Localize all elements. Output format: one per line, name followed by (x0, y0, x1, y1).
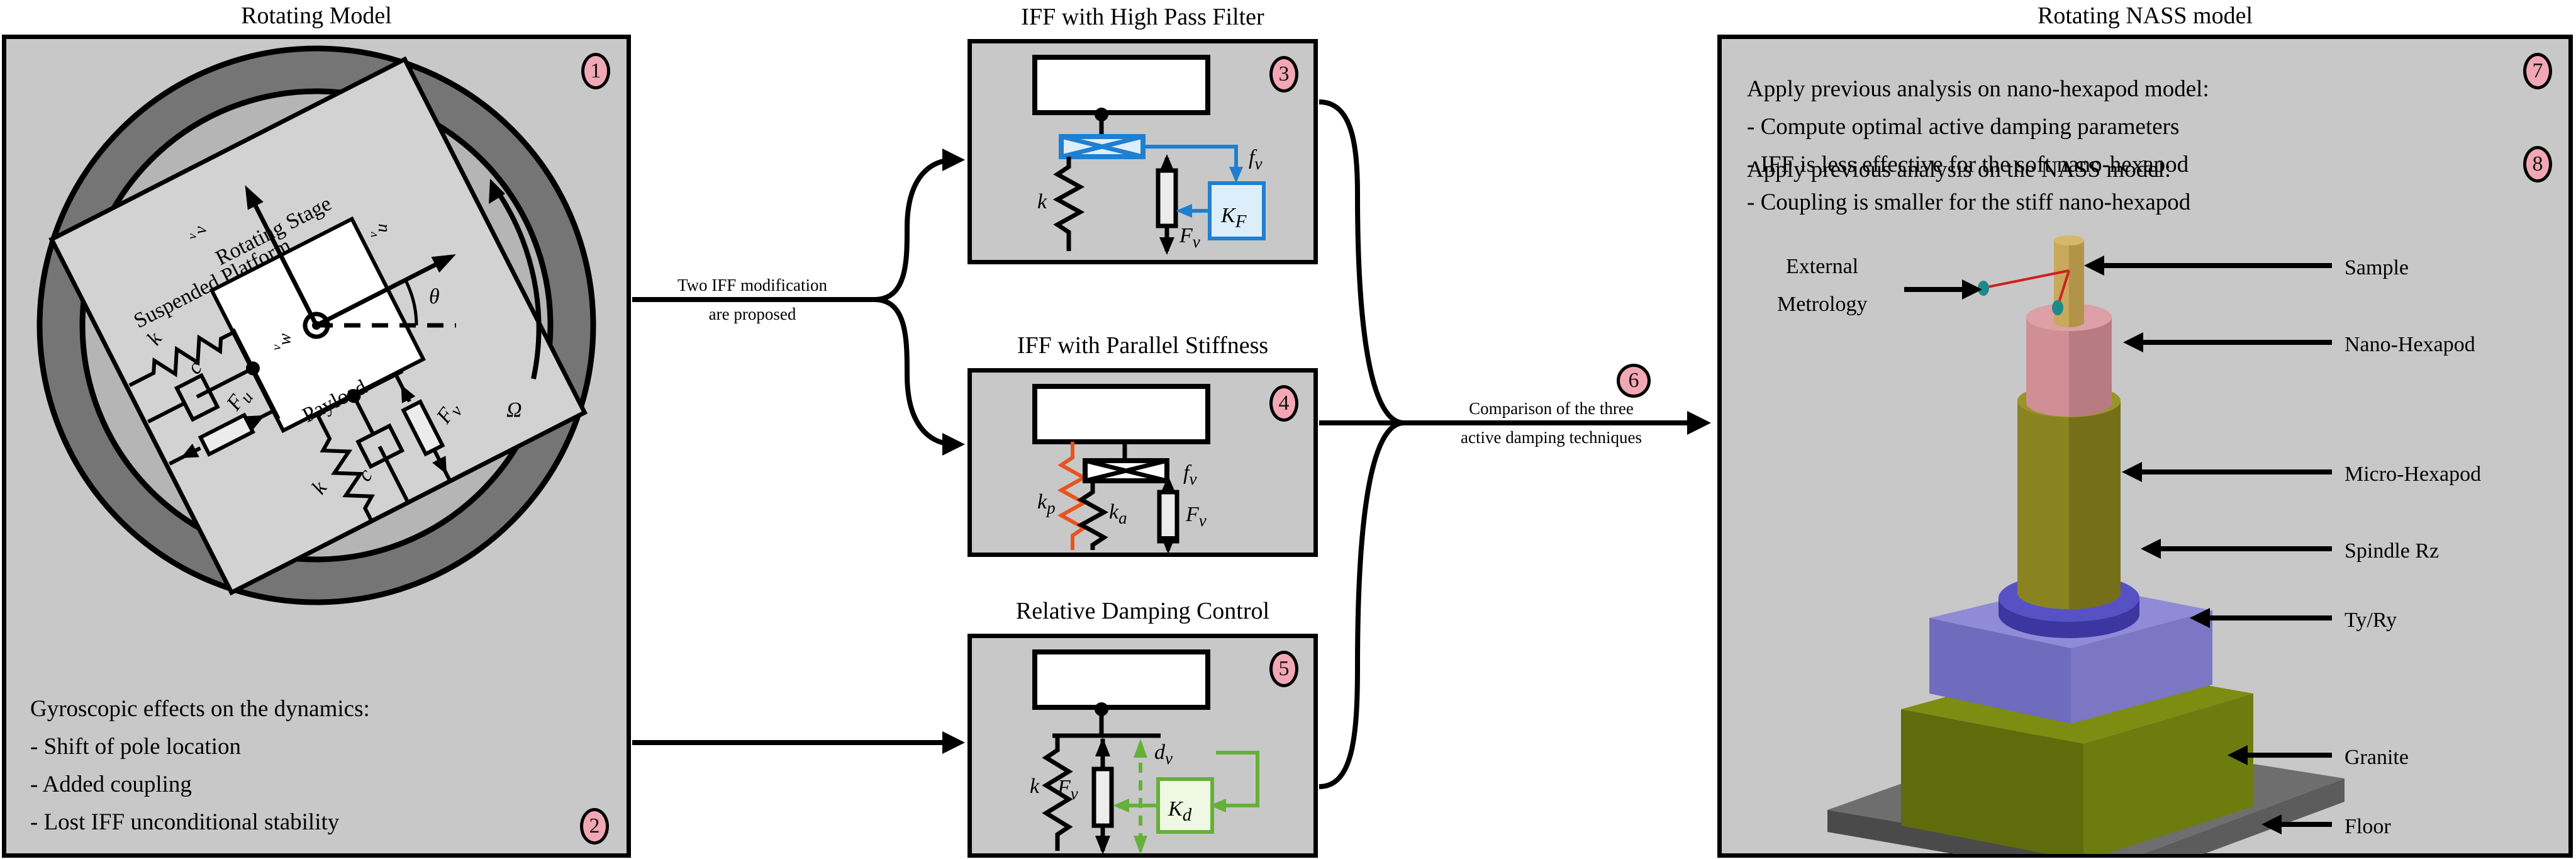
panel5-badge: 5 (1269, 651, 1298, 687)
label-kp: kp (1037, 490, 1056, 517)
connector-right-label-line1: Comparison of the three (1469, 399, 1634, 418)
callout-floor: Floor (2345, 815, 2391, 838)
panel5-title: Relative Damping Control (1015, 598, 1270, 624)
panel-rotating-nass-model: Apply previous analysis on nano-hexapod … (1717, 35, 2573, 858)
panel8-title: Rotating NASS model (2037, 3, 2253, 29)
label-omega: Ω (506, 398, 522, 422)
panel-rotating-model: Rotating Stage Suspended Platform Payloa… (2, 35, 631, 858)
panel3-badge: 3 (1269, 56, 1298, 93)
panel1-summary-heading: Gyroscopic effects on the dynamics: (30, 696, 370, 722)
panel1-title: Rotating Model (241, 3, 392, 29)
label-k: k (1037, 190, 1047, 213)
callout-sample: Sample (2345, 256, 2409, 279)
label-theta: θ (429, 285, 440, 308)
label-Fv: Fv (1179, 224, 1200, 251)
label-Fv: Fv (1185, 503, 1207, 530)
callout-micro-hexapod: Micro-Hexapod (2345, 463, 2481, 486)
connector-left-label-line1: Two IFF modification (677, 276, 828, 295)
connector-badge-6: 6 (1617, 364, 1651, 398)
iff-hpf-figure: k fv Fv KF (1032, 55, 1266, 255)
label-fv: fv (1183, 461, 1196, 488)
panel-relative-damping-control: k Fv dv Kd 5 (967, 634, 1318, 858)
panel8-block1-bullet-0: - Compute optimal active damping paramet… (1747, 113, 2180, 140)
iff-ps-figure: kp ka fv Fv (1032, 384, 1210, 554)
connector-right-label-line2: active damping techniques (1461, 428, 1642, 447)
panel1-summary-bullet-1: - Added coupling (30, 771, 192, 797)
callout-external-metrology-line1: External (1786, 255, 1858, 278)
panel1-summary-bullet-2: - Lost IFF unconditional stability (30, 809, 340, 835)
panel1-badge: 1 (581, 53, 610, 89)
panel3-title: IFF with High Pass Filter (1021, 4, 1264, 30)
label-dv: dv (1154, 741, 1173, 768)
connector-left-label-line2: are proposed (709, 305, 796, 323)
callout-external-metrology-line2: Metrology (1777, 293, 1868, 316)
callout-spindle-rz: Spindle Rz (2345, 539, 2439, 563)
panel8-block1-heading: Apply previous analysis on nano-hexapod … (1747, 76, 2209, 102)
panel8-badge-7: 7 (2523, 53, 2552, 89)
panel1-badge-2: 2 (580, 808, 609, 845)
label-fv: fv (1249, 146, 1262, 173)
label-k: k (1030, 775, 1040, 798)
callout-nano-hexapod: Nano-Hexapod (2345, 333, 2475, 356)
panel-iff-high-pass-filter: k fv Fv KF 3 (967, 39, 1318, 264)
rotating-model-figure: Rotating Stage Suspended Platform Payloa… (36, 45, 596, 605)
panel1-summary-bullet-0: - Shift of pole location (30, 733, 241, 760)
panel-iff-parallel-stiffness: kp ka fv Fv 4 (967, 368, 1318, 557)
nass-model-illustration: External Metrology Sample Nano-Hexapod M… (1777, 235, 2481, 854)
panel1-summary: Gyroscopic effects on the dynamics: - Sh… (30, 690, 370, 841)
callout-granite: Granite (2345, 746, 2409, 769)
label-Fv: Fv (1057, 776, 1078, 803)
panel4-badge: 4 (1269, 385, 1298, 422)
panel4-title: IFF with Parallel Stiffness (1017, 332, 1269, 359)
callout-ty-ry: Ty/Ry (2345, 609, 2397, 632)
label-ka: ka (1109, 500, 1127, 527)
rdc-figure: k Fv dv Kd (1030, 649, 1259, 855)
